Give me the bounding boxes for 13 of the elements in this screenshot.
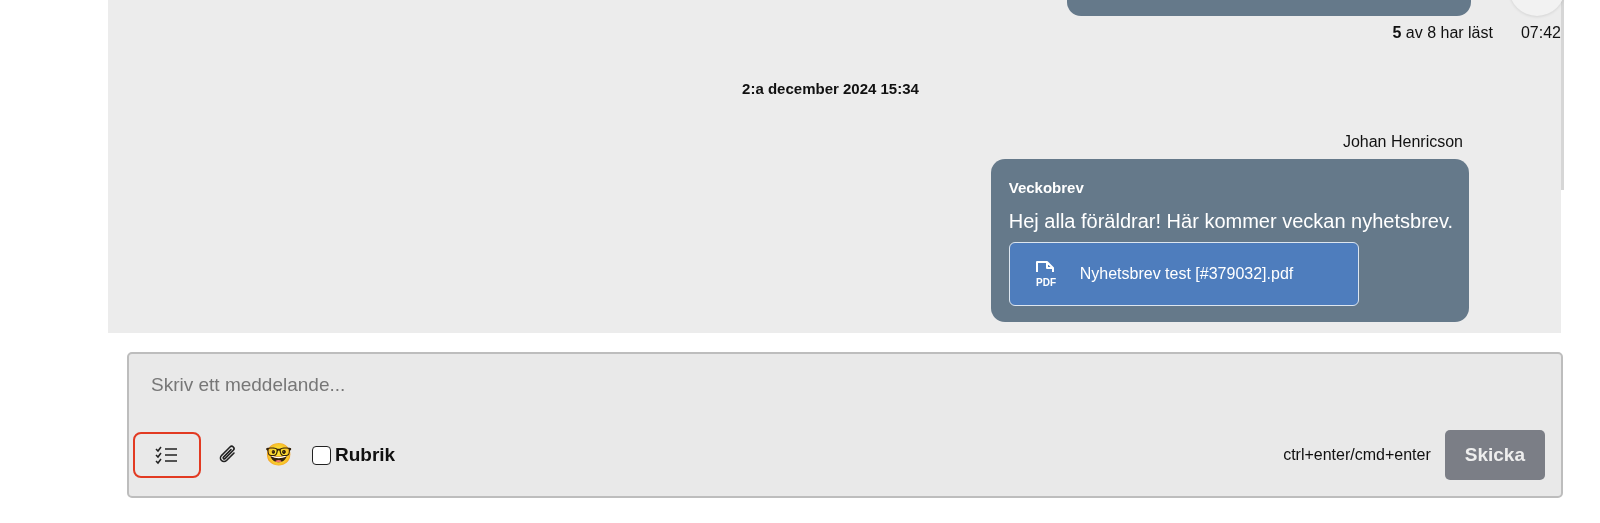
checklist-button[interactable] — [133, 432, 201, 478]
heading-checkbox[interactable]: Rubrik — [312, 444, 396, 466]
shortcut-hint: ctrl+enter/cmd+enter — [1283, 446, 1431, 464]
date-divider: 2:a december 2024 15:34 — [741, 80, 920, 97]
message-time: 07:42 — [1520, 24, 1561, 42]
message-text: Hej alla föräldrar! Här kommer veckan nyhetsbrev. — [1008, 210, 1453, 233]
checklist-icon — [154, 445, 180, 465]
sender-name: Johan Henricson — [1341, 133, 1463, 151]
attachment-button[interactable]: PDF Nyhetsbrev test [#379032].pdf — [1008, 242, 1359, 306]
message-input[interactable]: Skriv ett meddelande... — [133, 368, 1545, 402]
read-receipt: 5 av 8 har läst — [1392, 24, 1493, 42]
message-title: Veckobrev — [1008, 179, 1085, 196]
send-button[interactable]: Skicka — [1444, 430, 1545, 480]
